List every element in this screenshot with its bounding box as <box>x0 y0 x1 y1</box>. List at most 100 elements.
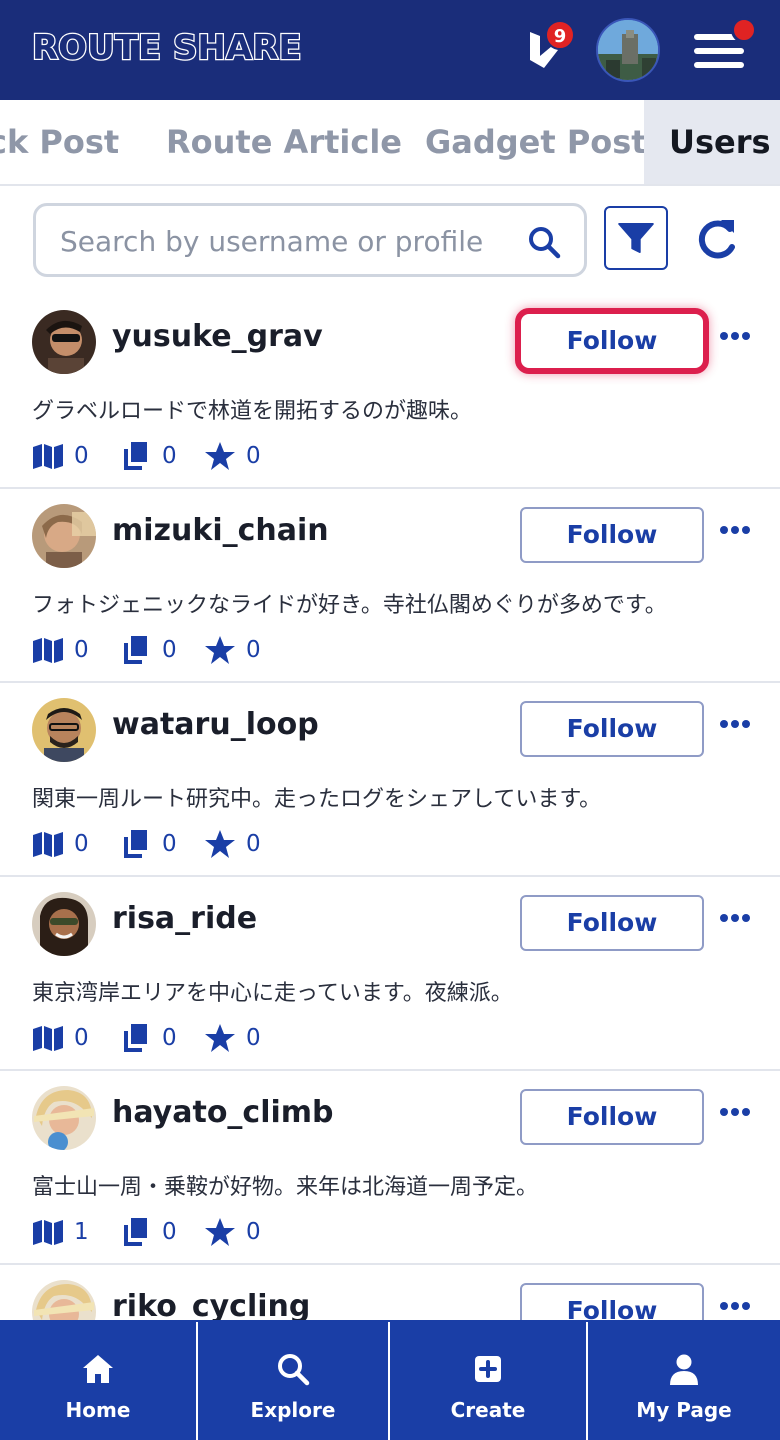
more-options-button[interactable] <box>716 907 752 927</box>
star-icon <box>205 830 235 858</box>
nav-create[interactable]: Create <box>390 1322 588 1440</box>
map-icon <box>33 832 63 857</box>
user-avatar[interactable] <box>32 1280 96 1320</box>
avatar-image <box>32 892 96 956</box>
nav-explore[interactable]: Explore <box>198 1322 390 1440</box>
tab-gadget-post[interactable]: Gadget Post <box>425 100 647 184</box>
copy-icon <box>124 1024 147 1052</box>
avatar-image <box>32 1280 96 1320</box>
stat-posts: 0 <box>120 1215 177 1249</box>
profile-avatar-button[interactable] <box>596 18 660 82</box>
stat-favorites: 0 <box>204 633 261 667</box>
category-tabs: ck Post Route Article Gadget Post Users <box>0 100 780 186</box>
star-icon <box>205 1024 235 1052</box>
app-logo[interactable]: ROUTE SHARE <box>31 27 303 70</box>
avatar-image <box>32 1086 96 1150</box>
menu-alert-dot <box>731 17 757 43</box>
user-bio: フォトジェニックなライドが好き。寺社仏閣めぐりが多めです。 <box>32 593 667 618</box>
user-row: riko_cycling Follow <box>0 1265 780 1320</box>
user-list: yusuke_grav Follow グラベルロードで林道を開拓するのが趣味。 … <box>0 295 780 1320</box>
map-icon <box>33 444 63 469</box>
tab-users[interactable]: Users <box>644 100 780 184</box>
user-avatar[interactable] <box>32 310 96 374</box>
nav-my-page[interactable]: My Page <box>588 1322 780 1440</box>
username[interactable]: risa_ride <box>112 901 257 936</box>
refresh-icon <box>698 220 735 259</box>
user-icon <box>670 1354 698 1385</box>
more-options-button[interactable] <box>716 1295 752 1315</box>
username[interactable]: riko_cycling <box>112 1289 310 1320</box>
copy-icon <box>124 1218 147 1246</box>
stat-posts: 0 <box>120 827 177 861</box>
follow-button[interactable]: Follow <box>520 507 704 563</box>
username[interactable]: hayato_climb <box>112 1095 334 1130</box>
copy-icon <box>124 636 147 664</box>
user-row: hayato_climb Follow 富士山一周・乗鞍が好物。来年は北海道一周… <box>0 1071 780 1265</box>
more-options-button[interactable] <box>716 325 752 345</box>
refresh-button[interactable] <box>692 214 742 264</box>
copy-icon <box>124 442 147 470</box>
user-stats: 0 0 0 <box>32 633 432 667</box>
follow-button[interactable]: Follow <box>520 1089 704 1145</box>
username[interactable]: mizuki_chain <box>112 513 329 548</box>
tab-route-article[interactable]: Route Article <box>166 100 402 184</box>
more-options-button[interactable] <box>716 1101 752 1121</box>
filter-button[interactable] <box>604 206 668 270</box>
follow-button[interactable]: Follow <box>515 308 709 374</box>
map-icon <box>33 638 63 663</box>
follow-label: Follow <box>566 326 658 355</box>
map-icon <box>33 1220 63 1245</box>
user-row: risa_ride Follow 東京湾岸エリアを中心に走っています。夜練派。 … <box>0 877 780 1071</box>
user-stats: 1 0 0 <box>32 1215 432 1249</box>
plus-square-icon <box>475 1356 501 1382</box>
follow-button[interactable]: Follow <box>520 1283 704 1320</box>
search-input[interactable] <box>60 218 510 264</box>
copy-icon <box>124 830 147 858</box>
user-row: mizuki_chain Follow フォトジェニックなライドが好き。寺社仏閣… <box>0 489 780 683</box>
more-options-button[interactable] <box>716 713 752 733</box>
map-icon <box>33 1026 63 1051</box>
stat-posts: 0 <box>120 633 177 667</box>
username[interactable]: yusuke_grav <box>112 319 323 354</box>
avatar-image <box>598 20 658 80</box>
avatar-image <box>32 504 96 568</box>
user-row: yusuke_grav Follow グラベルロードで林道を開拓するのが趣味。 … <box>0 295 780 489</box>
user-avatar[interactable] <box>32 892 96 956</box>
search-icon <box>278 1354 310 1386</box>
user-avatar[interactable] <box>32 698 96 762</box>
user-avatar[interactable] <box>32 1086 96 1150</box>
star-icon <box>205 636 235 664</box>
user-stats: 0 0 0 <box>32 439 432 473</box>
bottom-navigation: Home Explore Create My Page <box>0 1320 780 1440</box>
app-header: ROUTE SHARE 9 <box>0 0 780 100</box>
user-bio: 富士山一周・乗鞍が好物。来年は北海道一周予定。 <box>32 1175 539 1200</box>
user-stats: 0 0 0 <box>32 827 432 861</box>
stat-routes: 0 <box>32 439 89 473</box>
filter-icon <box>618 223 654 253</box>
stat-posts: 0 <box>120 1021 177 1055</box>
search-box <box>33 203 587 277</box>
nav-home-label: Home <box>65 1398 131 1422</box>
user-bio: 関東一周ルート研究中。走ったログをシェアしています。 <box>32 787 602 812</box>
nav-my-page-label: My Page <box>636 1398 732 1422</box>
avatar-image <box>32 310 96 374</box>
notification-count-badge: 9 <box>545 20 575 50</box>
search-icon[interactable] <box>526 224 562 260</box>
user-row: wataru_loop Follow 関東一周ルート研究中。走ったログをシェアし… <box>0 683 780 877</box>
tab-track-post[interactable]: ck Post <box>0 100 119 184</box>
more-options-button[interactable] <box>716 519 752 539</box>
follow-button[interactable]: Follow <box>520 895 704 951</box>
nav-home[interactable]: Home <box>0 1322 198 1440</box>
username[interactable]: wataru_loop <box>112 707 319 742</box>
star-icon <box>205 442 235 470</box>
stat-routes: 0 <box>32 633 89 667</box>
stat-favorites: 0 <box>204 439 261 473</box>
avatar-image <box>32 698 96 762</box>
star-icon <box>205 1218 235 1246</box>
stat-routes: 0 <box>32 827 89 861</box>
follow-button[interactable]: Follow <box>520 701 704 757</box>
nav-create-label: Create <box>450 1398 526 1422</box>
stat-favorites: 0 <box>204 827 261 861</box>
stat-routes: 0 <box>32 1021 89 1055</box>
user-avatar[interactable] <box>32 504 96 568</box>
